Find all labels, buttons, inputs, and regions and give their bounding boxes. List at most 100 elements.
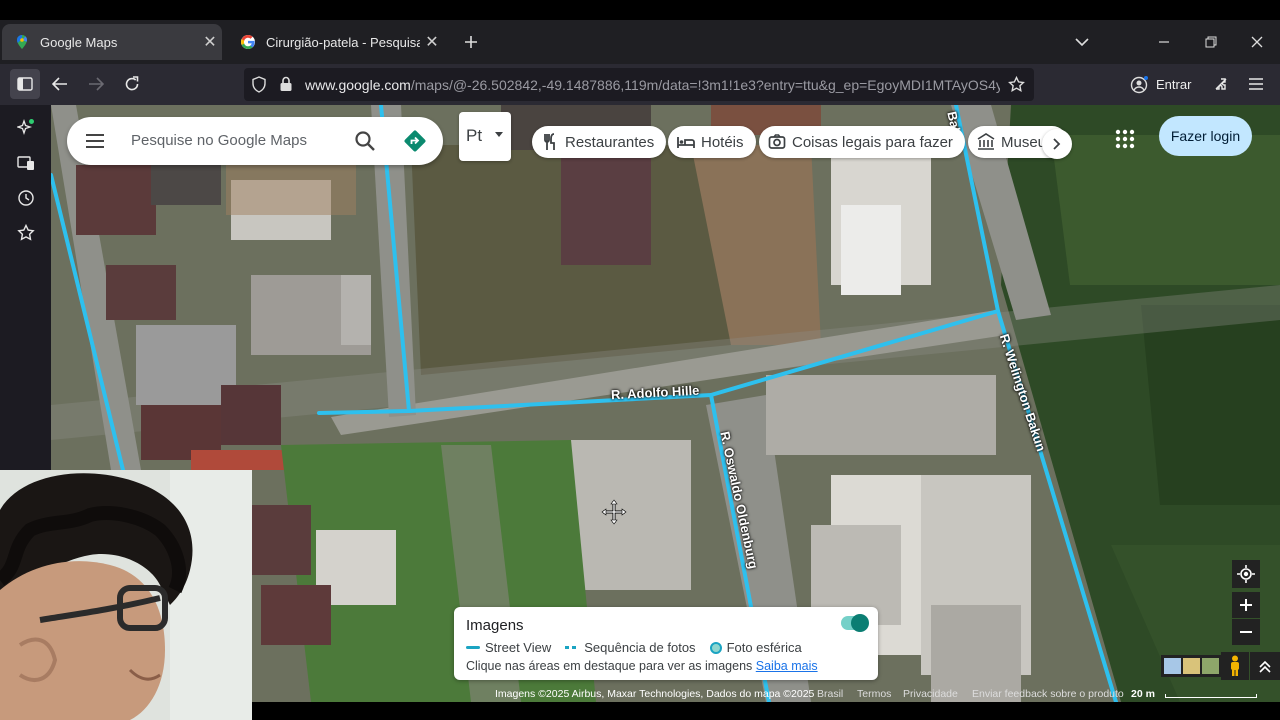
google-maps-favicon-icon (17, 35, 27, 49)
browser-sidebar (0, 105, 51, 470)
zoom-in-button[interactable] (1232, 592, 1260, 618)
layer-thumbnails[interactable] (1161, 655, 1221, 677)
app-menu-button[interactable] (1241, 69, 1271, 99)
lock-icon[interactable] (279, 76, 293, 92)
account-icon (1130, 75, 1148, 93)
webcam-overlay (0, 470, 252, 720)
sidebar-item-bookmarks[interactable] (10, 219, 42, 247)
scale-line (1165, 694, 1257, 698)
close-icon (1251, 36, 1263, 48)
chevron-right-icon (1053, 138, 1061, 150)
chevron-down-icon (1075, 38, 1089, 47)
account-button[interactable]: Entrar (1130, 70, 1191, 99)
privacy-link[interactable]: Privacidade (903, 688, 958, 700)
museum-icon (977, 133, 995, 150)
synced-tabs-icon (17, 156, 34, 170)
close-window-button[interactable] (1234, 20, 1280, 64)
sidebar-toggle-button[interactable] (10, 69, 40, 99)
restore-icon (1205, 36, 1217, 48)
restore-button[interactable] (1188, 20, 1234, 64)
images-hint: Clique nas áreas em destaque para ver as… (466, 659, 818, 673)
url-text[interactable]: www.google.com/maps/@-26.502842,-49.1487… (305, 77, 1000, 93)
terms-link[interactable]: Termos (857, 688, 891, 700)
layer-thumb-terrain[interactable] (1183, 658, 1200, 674)
reload-button[interactable] (117, 69, 147, 99)
imagery-credit[interactable]: Imagens ©2025 Airbus, Maxar Technologies… (495, 688, 814, 700)
tab-search-result[interactable]: Cirurgião-patela - Pesquisa Goo ✕ (228, 24, 444, 60)
legend-photo-sequence: Sequência de fotos (584, 640, 696, 655)
history-clock-icon (18, 190, 34, 206)
sidebar-item-synced-tabs[interactable] (10, 149, 42, 177)
chip-label: Coisas legais para fazer (792, 133, 953, 151)
images-legend: Street View Sequência de fotos Foto esfé… (466, 640, 802, 655)
browser-toolbar: www.google.com/maps/@-26.502842,-49.1487… (0, 64, 1280, 105)
shield-icon[interactable] (251, 76, 267, 93)
hamburger-icon (1249, 78, 1263, 90)
minimize-icon (1159, 41, 1169, 43)
scale-label: 20 m (1131, 688, 1155, 700)
language-dropdown[interactable]: Pt (459, 112, 511, 161)
chip-label: Restaurantes (565, 133, 655, 151)
address-bar[interactable]: www.google.com/maps/@-26.502842,-49.1487… (244, 68, 1034, 101)
tab-title: Google Maps (40, 34, 118, 50)
sidebar-item-history[interactable] (10, 184, 42, 212)
tab-google-maps[interactable]: Google Maps ✕ (2, 24, 222, 60)
chip-restaurants[interactable]: Restaurantes (532, 126, 667, 158)
screen: Google Maps ✕ Cirurgião-patela - Pesquis… (0, 0, 1280, 720)
new-tab-button[interactable] (448, 20, 494, 64)
zoom-out-button[interactable] (1232, 619, 1260, 645)
chevron-up-double-icon (1259, 660, 1271, 673)
pegman-button[interactable] (1221, 652, 1249, 680)
search-icon[interactable] (353, 129, 377, 153)
maps-search-box[interactable]: Pesquise no Google Maps (67, 117, 443, 165)
feedback-link[interactable]: Enviar feedback sobre o produto (972, 688, 1124, 700)
chip-things-to-do[interactable]: Coisas legais para fazer (759, 126, 965, 158)
layer-thumb-default[interactable] (1164, 658, 1181, 674)
fork-knife-icon (544, 133, 555, 150)
bookmark-star-icon[interactable] (1008, 76, 1025, 93)
tab-title: Cirurgião-patela - Pesquisa Goo (266, 34, 420, 50)
images-hint-text: Clique nas áreas em destaque para ver as… (466, 659, 753, 673)
minimize-button[interactable] (1141, 20, 1187, 64)
search-input[interactable]: Pesquise no Google Maps (131, 132, 307, 149)
sidebar-item-ai[interactable] (10, 113, 42, 141)
browser-tab-bar: Google Maps ✕ Cirurgião-patela - Pesquis… (0, 20, 1280, 64)
chip-hotels[interactable]: Hotéis (668, 126, 756, 158)
tab-list-button[interactable] (1059, 20, 1105, 64)
layer-thumb-traffic[interactable] (1202, 658, 1219, 674)
photo-sequence-dash-icon (565, 646, 580, 649)
sparkle-icon (17, 118, 34, 136)
close-tab-icon[interactable]: ✕ (198, 32, 222, 52)
street-view-line-icon (466, 646, 480, 649)
scale-bar[interactable]: 20 m (1131, 688, 1271, 701)
extensions-button[interactable] (1206, 69, 1236, 99)
menu-icon[interactable] (83, 131, 107, 151)
images-toggle[interactable] (841, 614, 869, 632)
sidebar-icon (17, 77, 33, 91)
learn-more-link[interactable]: Saiba mais (756, 659, 818, 673)
images-panel: Imagens Street View Sequência de fotos F… (454, 607, 878, 680)
close-tab-icon[interactable]: ✕ (420, 32, 444, 52)
plus-icon (1240, 599, 1252, 611)
my-location-icon (1237, 565, 1255, 583)
url-host: www.google.com (305, 77, 411, 93)
minus-icon (1240, 631, 1252, 633)
images-panel-title: Imagens (466, 617, 524, 634)
chips-next-button[interactable] (1042, 129, 1072, 159)
expand-layers-button[interactable] (1250, 652, 1280, 680)
google-apps-icon[interactable] (1113, 127, 1137, 151)
webcam-person-image (0, 470, 252, 720)
legend-spherical-photo: Foto esférica (726, 640, 802, 655)
spherical-photo-dot-icon (709, 641, 722, 654)
reload-icon (125, 76, 139, 91)
chip-label: Hotéis (701, 133, 744, 151)
directions-icon[interactable] (403, 129, 427, 153)
forward-button[interactable] (81, 69, 111, 99)
back-button[interactable] (45, 69, 75, 99)
my-location-button[interactable] (1232, 560, 1260, 588)
login-button[interactable]: Fazer login (1159, 116, 1252, 156)
country-link[interactable]: Brasil (817, 688, 843, 700)
language-label: Pt (466, 126, 483, 145)
extensions-icon (1215, 78, 1227, 90)
legend-street-view: Street View (485, 640, 552, 655)
